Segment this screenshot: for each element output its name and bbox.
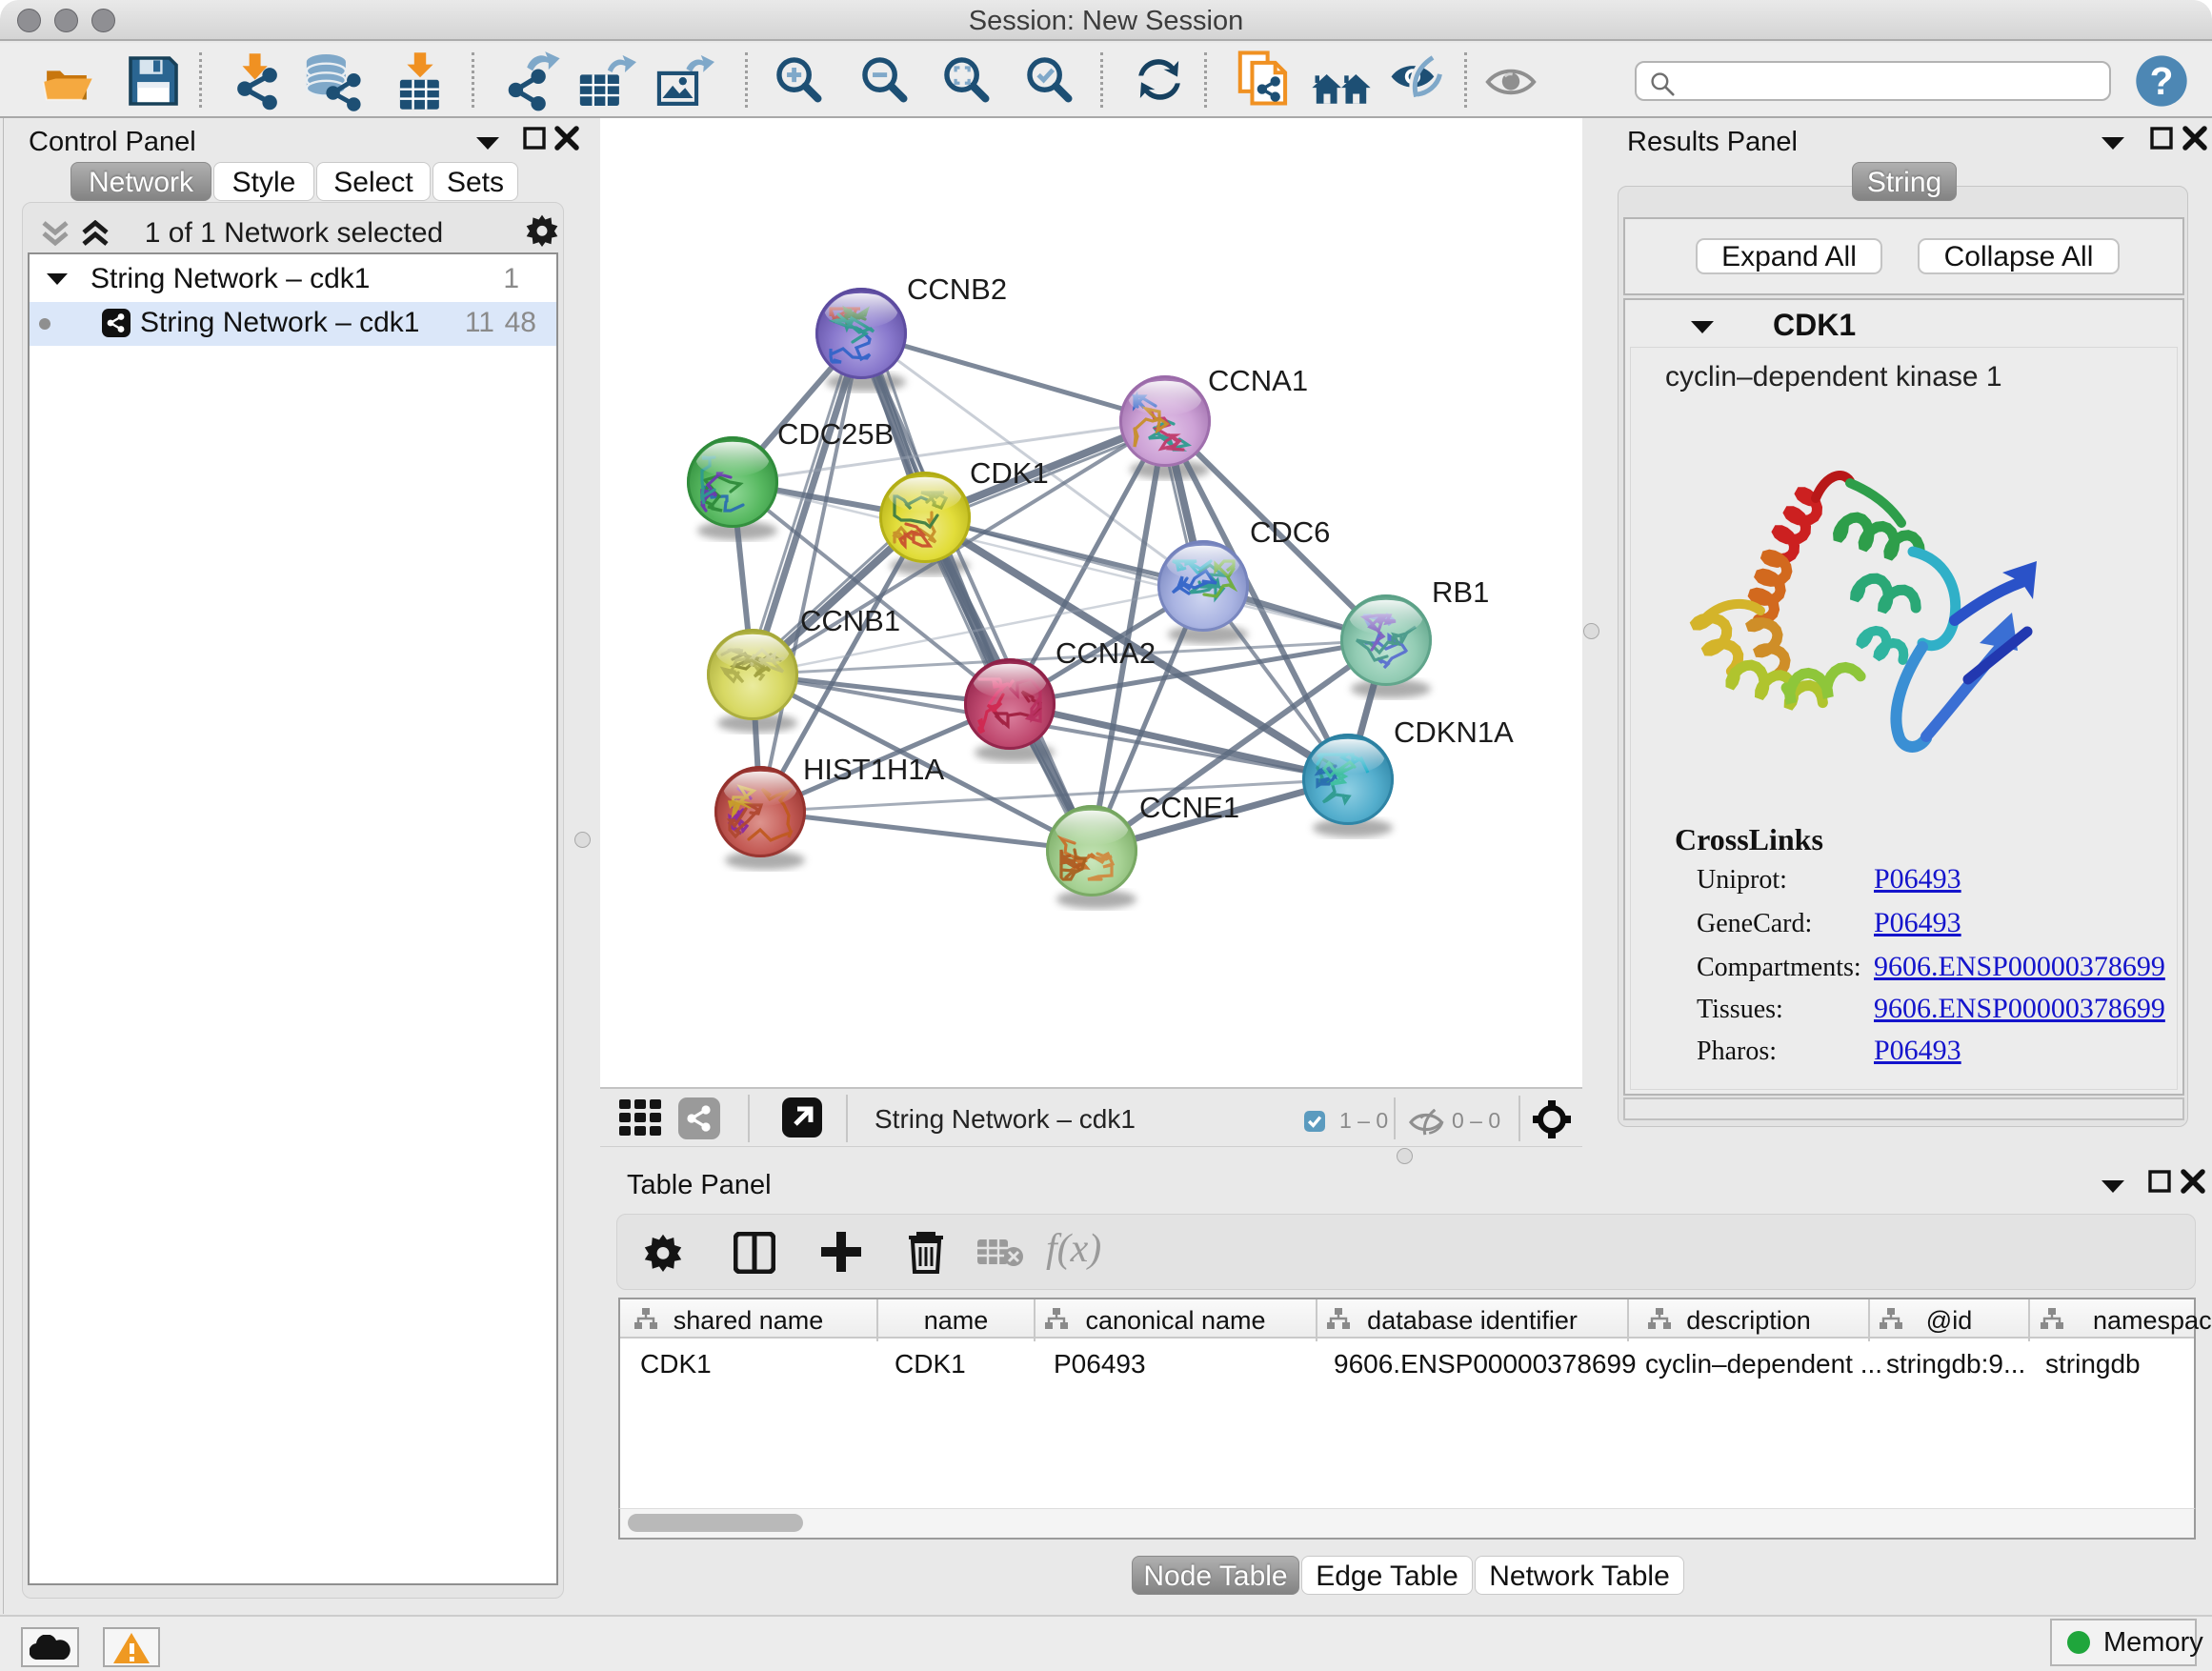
svg-text:CDC6: CDC6 [1250, 515, 1330, 549]
svg-text:CCNE1: CCNE1 [1139, 791, 1239, 824]
svg-text:CDC25B: CDC25B [777, 417, 894, 451]
svg-text:CCNA2: CCNA2 [1056, 636, 1156, 670]
svg-text:CDK1: CDK1 [970, 456, 1049, 490]
svg-text:CCNB1: CCNB1 [800, 604, 900, 637]
svg-text:CCNB2: CCNB2 [907, 272, 1007, 306]
svg-text:RB1: RB1 [1432, 575, 1489, 609]
svg-text:CCNA1: CCNA1 [1208, 364, 1308, 397]
svg-text:HIST1H1A: HIST1H1A [803, 753, 944, 786]
svg-text:?: ? [2150, 59, 2174, 103]
svg-text:CDKN1A: CDKN1A [1394, 715, 1514, 749]
